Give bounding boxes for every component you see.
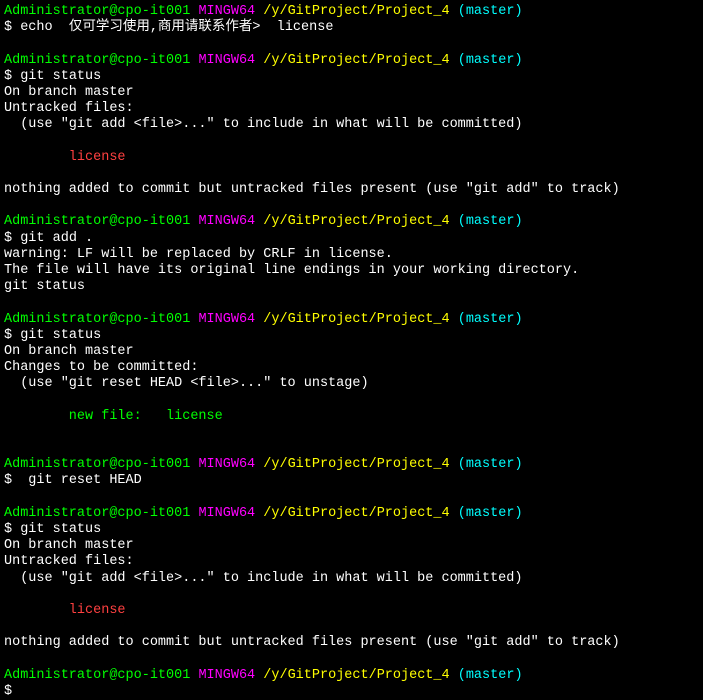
path: /y/GitProject/Project_4 [263, 312, 449, 327]
prompt-symbol: $ [4, 473, 12, 488]
output-line: nothing added to commit but untracked fi… [4, 182, 699, 198]
untracked-file: license [4, 150, 699, 166]
output-line: Changes to be committed: [4, 360, 699, 376]
branch: (master) [458, 506, 523, 521]
mingw-label: MINGW64 [198, 53, 255, 68]
blank-line [4, 166, 699, 182]
branch: (master) [458, 214, 523, 229]
command-line[interactable]: $ echo 仅可学习使用,商用请联系作者> license [4, 20, 699, 36]
prompt-symbol: $ [4, 522, 12, 537]
cmd-text: git status [12, 69, 101, 84]
user-host: Administrator@cpo-it001 [4, 4, 190, 19]
command-line[interactable]: $ git status [4, 328, 699, 344]
blank-line [4, 134, 699, 150]
branch: (master) [458, 4, 523, 19]
path: /y/GitProject/Project_4 [263, 668, 449, 683]
blank-line [4, 393, 699, 409]
path: /y/GitProject/Project_4 [263, 53, 449, 68]
untracked-file: license [4, 603, 699, 619]
output-line: (use "git add <file>..." to include in w… [4, 117, 699, 133]
output-line: Untracked files: [4, 554, 699, 570]
output-line: On branch master [4, 344, 699, 360]
command-line[interactable]: $ git reset HEAD [4, 473, 699, 489]
prompt-symbol: $ [4, 328, 12, 343]
user-host: Administrator@cpo-it001 [4, 457, 190, 472]
output-line: (use "git add <file>..." to include in w… [4, 571, 699, 587]
branch: (master) [458, 312, 523, 327]
output-line: On branch master [4, 85, 699, 101]
blank-line [4, 295, 699, 311]
prompt-line: Administrator@cpo-it001 MINGW64 /y/GitPr… [4, 457, 699, 473]
prompt-symbol: $ [4, 684, 12, 699]
blank-line [4, 441, 699, 457]
prompt-symbol: $ [4, 20, 12, 35]
output-line: On branch master [4, 538, 699, 554]
mingw-label: MINGW64 [198, 312, 255, 327]
branch: (master) [458, 457, 523, 472]
path: /y/GitProject/Project_4 [263, 506, 449, 521]
mingw-label: MINGW64 [198, 506, 255, 521]
branch: (master) [458, 53, 523, 68]
command-line[interactable]: $ git add . [4, 231, 699, 247]
mingw-label: MINGW64 [198, 457, 255, 472]
cmd-text: echo 仅可学习使用,商用请联系作者> license [12, 20, 333, 35]
prompt-symbol: $ [4, 231, 12, 246]
mingw-label: MINGW64 [198, 668, 255, 683]
cmd-text: git status [12, 522, 101, 537]
user-host: Administrator@cpo-it001 [4, 668, 190, 683]
user-host: Administrator@cpo-it001 [4, 506, 190, 521]
output-line: nothing added to commit but untracked fi… [4, 635, 699, 651]
mingw-label: MINGW64 [198, 4, 255, 19]
prompt-line: Administrator@cpo-it001 MINGW64 /y/GitPr… [4, 4, 699, 20]
prompt-line: Administrator@cpo-it001 MINGW64 /y/GitPr… [4, 668, 699, 684]
prompt-line: Administrator@cpo-it001 MINGW64 /y/GitPr… [4, 506, 699, 522]
blank-line [4, 490, 699, 506]
output-line: The file will have its original line end… [4, 263, 699, 279]
blank-line [4, 36, 699, 52]
path: /y/GitProject/Project_4 [263, 457, 449, 472]
prompt-line: Administrator@cpo-it001 MINGW64 /y/GitPr… [4, 214, 699, 230]
command-line[interactable]: $ git status [4, 69, 699, 85]
output-line: warning: LF will be replaced by CRLF in … [4, 247, 699, 263]
cmd-text: git reset HEAD [12, 473, 142, 488]
mingw-label: MINGW64 [198, 214, 255, 229]
user-host: Administrator@cpo-it001 [4, 53, 190, 68]
blank-line [4, 425, 699, 441]
command-line[interactable]: $ git status [4, 522, 699, 538]
cmd-text: git add . [12, 231, 93, 246]
blank-line [4, 587, 699, 603]
prompt-symbol: $ [4, 69, 12, 84]
blank-line [4, 619, 699, 635]
user-host: Administrator@cpo-it001 [4, 312, 190, 327]
blank-line [4, 198, 699, 214]
path: /y/GitProject/Project_4 [263, 214, 449, 229]
path: /y/GitProject/Project_4 [263, 4, 449, 19]
user-host: Administrator@cpo-it001 [4, 214, 190, 229]
output-line: git status [4, 279, 699, 295]
cmd-text: git status [12, 328, 101, 343]
branch: (master) [458, 668, 523, 683]
staged-file: new file: license [4, 409, 699, 425]
output-line: (use "git reset HEAD <file>..." to unsta… [4, 376, 699, 392]
prompt-line: Administrator@cpo-it001 MINGW64 /y/GitPr… [4, 312, 699, 328]
command-line[interactable]: $ [4, 684, 699, 700]
output-line: Untracked files: [4, 101, 699, 117]
prompt-line: Administrator@cpo-it001 MINGW64 /y/GitPr… [4, 53, 699, 69]
blank-line [4, 652, 699, 668]
